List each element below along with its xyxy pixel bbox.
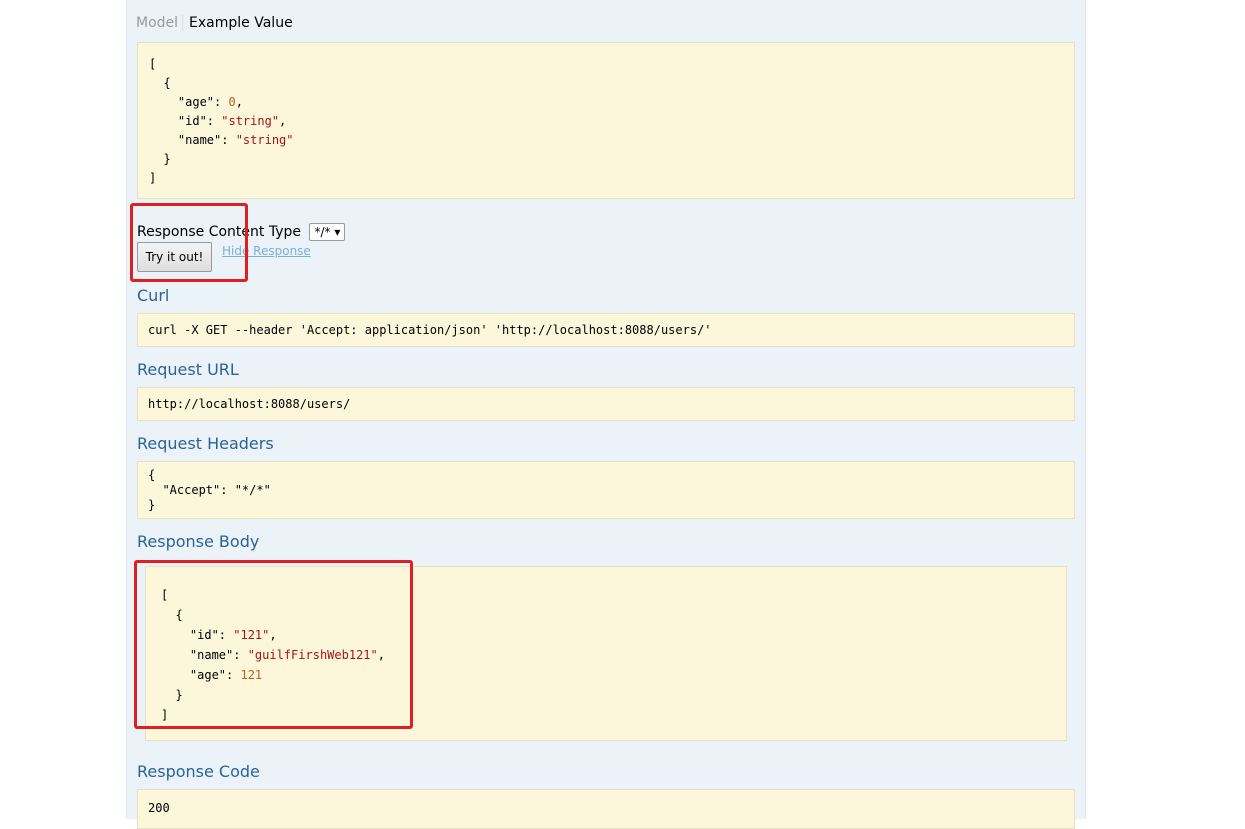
response-code-title: Response Code (137, 762, 260, 781)
json-value: 121 (240, 668, 263, 682)
json-key: "id": (149, 114, 222, 128)
tab-example-value[interactable]: Example Value (183, 15, 293, 31)
json-line: { (149, 76, 171, 90)
response-content-type-label: Response Content Type (137, 224, 301, 240)
json-key: "age": (149, 95, 229, 109)
json-line: } (148, 498, 156, 512)
json-punct: , (279, 114, 287, 128)
chevron-down-icon: ▾ (334, 225, 341, 239)
json-value: "string" (221, 114, 280, 128)
request-headers-title: Request Headers (137, 434, 274, 453)
json-line: { (161, 608, 183, 622)
curl-command: curl -X GET --header 'Accept: applicatio… (148, 323, 712, 337)
response-body-title: Response Body (137, 532, 260, 551)
content-type-select[interactable]: */* ▾ (309, 223, 346, 241)
request-headers-block: { "Accept": "*/*" } (137, 461, 1075, 519)
try-it-out-button[interactable]: Try it out! (137, 242, 212, 272)
json-key: "name": (161, 648, 248, 662)
json-line: } (161, 688, 183, 702)
json-line: } (149, 152, 171, 166)
json-line: ] (149, 171, 157, 185)
json-key: "age": (161, 668, 241, 682)
json-value: "guilfFirshWeb121" (247, 648, 378, 662)
request-url-value: http://localhost:8088/users/ (148, 397, 351, 411)
request-url-block: http://localhost:8088/users/ (137, 387, 1075, 421)
json-line: "Accept": "*/*" (148, 483, 271, 497)
request-url-title: Request URL (137, 360, 239, 379)
tab-model[interactable]: Model (136, 15, 184, 31)
json-punct: , (269, 628, 277, 642)
example-value-block: [ { "age": 0, "id": "string", "name": "s… (137, 42, 1075, 199)
response-content-type: Response Content Type */* ▾ (137, 223, 346, 241)
json-line: ] (161, 708, 169, 722)
json-key: "name": (149, 133, 236, 147)
json-line: [ (161, 588, 169, 602)
json-value: 0 (228, 95, 236, 109)
response-body-block: [ { "id": "121", "name": "guilfFirshWeb1… (145, 566, 1067, 741)
hide-response-link[interactable]: Hide Response (222, 244, 311, 258)
response-code-value: 200 (148, 801, 170, 815)
json-value: "string" (235, 133, 294, 147)
json-punct: , (377, 648, 385, 662)
curl-title: Curl (137, 286, 170, 305)
response-code-block: 200 (137, 789, 1075, 829)
json-line: { (148, 468, 156, 482)
json-value: "121" (233, 628, 270, 642)
json-punct: , (235, 95, 243, 109)
curl-block: curl -X GET --header 'Accept: applicatio… (137, 313, 1075, 347)
model-tabs: Model Example Value (136, 15, 293, 31)
json-line: [ (149, 57, 157, 71)
content-type-selected: */* (314, 225, 331, 239)
json-key: "id": (161, 628, 234, 642)
